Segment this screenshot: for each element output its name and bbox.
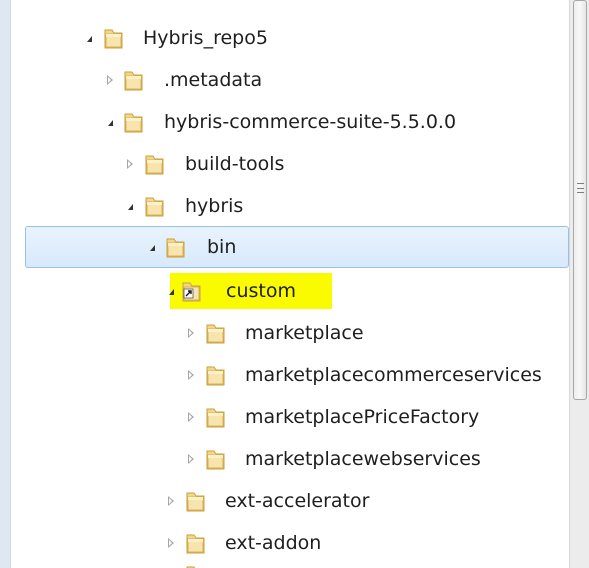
- folder-icon: [205, 448, 226, 470]
- folder-icon: [205, 406, 226, 428]
- folder-icon: [144, 195, 165, 217]
- folder-icon: [185, 532, 206, 554]
- tree-item-marketplace[interactable]: marketplace: [11, 314, 569, 352]
- tree-item-label: marketplace: [245, 322, 364, 344]
- tree-item-label: ext-addon: [225, 532, 322, 554]
- tree-item-hybris[interactable]: hybris: [11, 187, 569, 225]
- left-pane-strip: [0, 0, 11, 568]
- collapsed-triangle-icon[interactable]: [164, 524, 178, 562]
- expanded-triangle-icon[interactable]: [145, 228, 159, 266]
- tree-item-label: bin: [207, 236, 237, 258]
- tree-item-marketplacepricefactory[interactable]: marketplacePriceFactory: [11, 398, 569, 436]
- folder-icon: [123, 69, 144, 91]
- collapsed-triangle-icon[interactable]: [103, 61, 117, 99]
- tree-item-label: marketplacePriceFactory: [245, 406, 480, 428]
- scrollbar-grip-icon: [577, 183, 584, 193]
- collapsed-triangle-icon[interactable]: [184, 398, 198, 436]
- collapsed-triangle-icon[interactable]: [184, 440, 198, 478]
- folder-tree[interactable]: Hybris_repo5 .metadata hybris-commerce-s…: [11, 0, 569, 568]
- expanded-triangle-icon[interactable]: [103, 103, 117, 141]
- tree-item-hybris-commerce-suite[interactable]: hybris-commerce-suite-5.5.0.0: [11, 103, 569, 141]
- tree-item-label: custom: [226, 280, 296, 302]
- vertical-scrollbar[interactable]: [569, 0, 589, 568]
- tree-item-label: hybris: [185, 195, 244, 217]
- folder-icon: [123, 111, 144, 133]
- scrollbar-thumb[interactable]: [573, 0, 587, 400]
- tree-item-marketplacewebservices[interactable]: marketplacewebservices: [11, 440, 569, 478]
- folder-icon: [185, 490, 206, 512]
- tree-item-label: .metadata: [164, 69, 263, 91]
- tree-item-marketplacecommerceservices[interactable]: marketplacecommerceservices: [11, 356, 569, 394]
- collapsed-triangle-icon[interactable]: [164, 482, 178, 520]
- collapsed-triangle-icon[interactable]: [184, 356, 198, 394]
- folder-icon: [103, 27, 124, 49]
- tree-item-label: marketplacecommerceservices: [245, 364, 542, 386]
- tree-item-ext-addon[interactable]: ext-addon: [11, 524, 569, 562]
- collapsed-triangle-icon[interactable]: [123, 145, 137, 183]
- tree-item-custom[interactable]: custom: [11, 272, 569, 310]
- expanded-triangle-icon[interactable]: [82, 19, 96, 57]
- collapsed-triangle-icon[interactable]: [184, 314, 198, 352]
- tree-item-partial: [11, 562, 569, 568]
- folder-shortcut-icon: [181, 280, 202, 302]
- folder-icon: [205, 364, 226, 386]
- tree-item-bin[interactable]: bin: [25, 226, 569, 268]
- folder-icon: [205, 322, 226, 344]
- expanded-triangle-icon[interactable]: [123, 187, 137, 225]
- tree-item-ext-accelerator[interactable]: ext-accelerator: [11, 482, 569, 520]
- folder-icon: [165, 236, 186, 258]
- tree-item-label: marketplacewebservices: [245, 448, 481, 470]
- tree-item-hybris-repo5[interactable]: Hybris_repo5: [11, 19, 569, 57]
- folder-icon: [144, 153, 165, 175]
- tree-item-label: build-tools: [185, 153, 285, 175]
- folder-icon: [185, 564, 206, 568]
- tree-item-label: Hybris_repo5: [143, 27, 268, 49]
- expanded-triangle-icon[interactable]: [164, 272, 178, 310]
- tree-item-build-tools[interactable]: build-tools: [11, 145, 569, 183]
- tree-item-label: ext-accelerator: [225, 490, 370, 512]
- tree-item-metadata[interactable]: .metadata: [11, 61, 569, 99]
- tree-item-label: hybris-commerce-suite-5.5.0.0: [164, 111, 457, 133]
